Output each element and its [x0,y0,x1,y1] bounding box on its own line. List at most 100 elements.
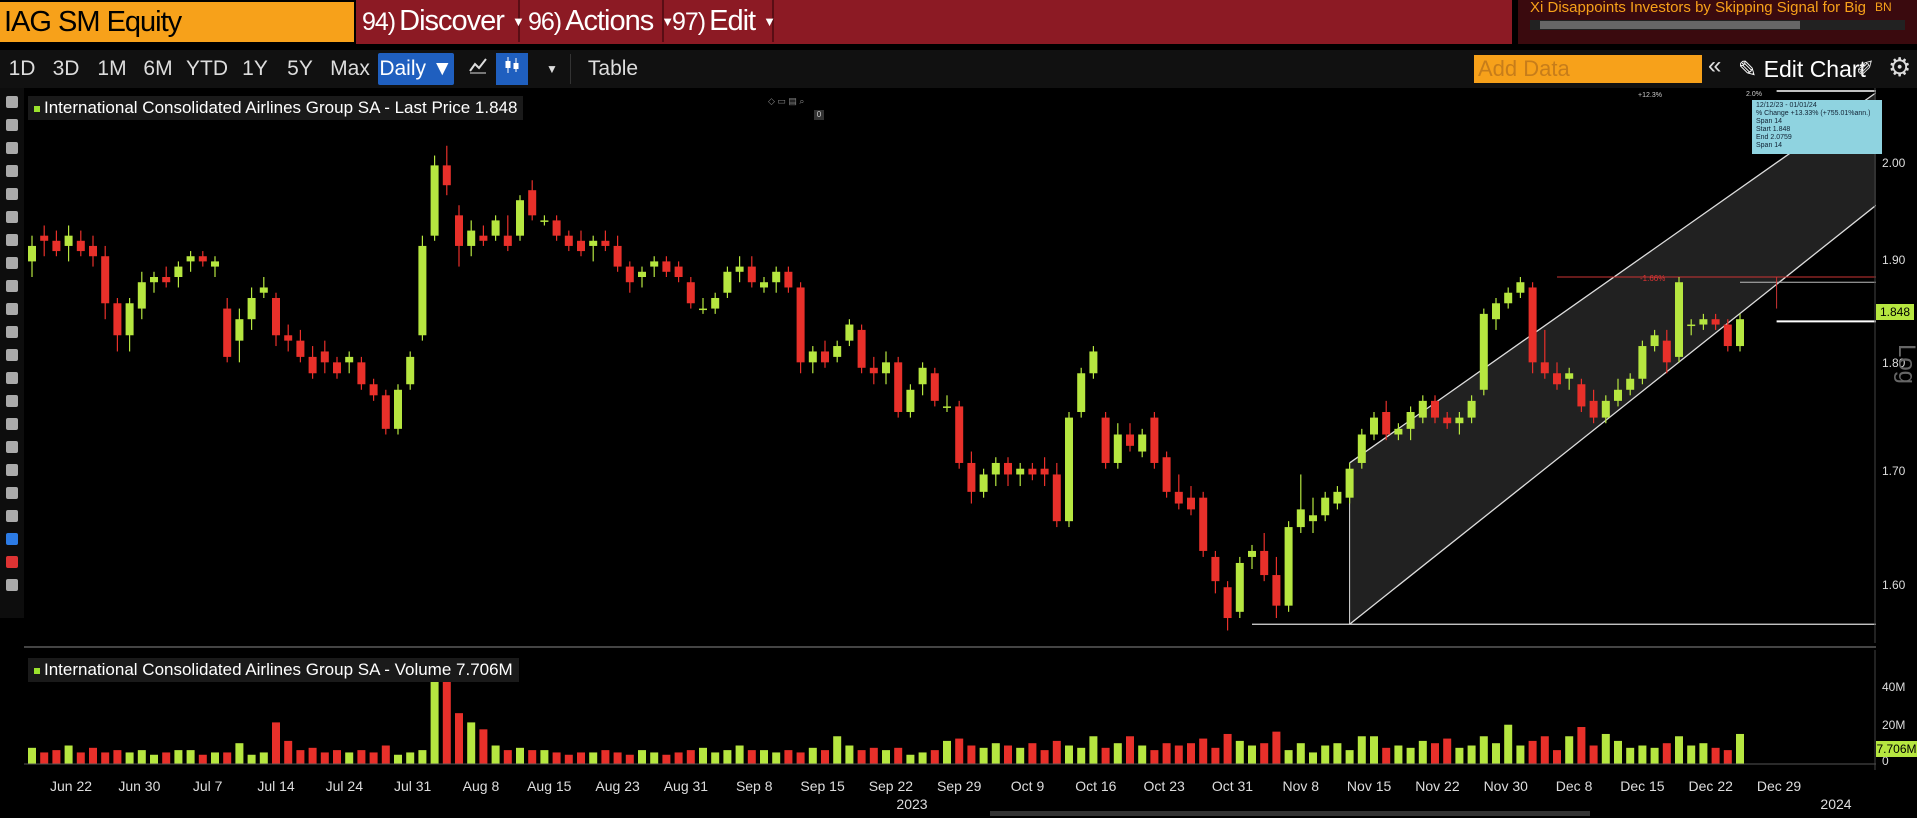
candle[interactable] [1638,340,1647,385]
candle[interactable] [1345,462,1354,504]
candle[interactable] [223,297,232,363]
candle[interactable] [1370,412,1378,441]
candle[interactable] [186,251,195,272]
candle[interactable] [540,215,549,226]
zoom-icon[interactable] [6,418,18,430]
candle[interactable] [1296,474,1305,534]
candle[interactable] [857,324,866,374]
candle[interactable] [808,346,817,374]
candle[interactable] [442,145,451,196]
candle[interactable] [1235,556,1244,619]
candle[interactable] [308,346,317,379]
candle[interactable] [76,230,85,257]
range-1y-button[interactable]: 1Y [236,53,274,85]
candle[interactable] [162,266,171,288]
pitchfork-icon[interactable] [6,303,18,315]
candle[interactable] [345,351,354,374]
candle[interactable] [638,266,646,288]
candle[interactable] [796,282,805,374]
candle[interactable] [89,235,97,267]
date-axis[interactable]: Jun 22 Jun 30 Jul 7 Jul 14 Jul 24 Jul 31 Aug 8… [24,772,1876,818]
candle[interactable] [1089,346,1098,379]
candle[interactable] [1333,486,1342,510]
candle[interactable] [1065,412,1073,528]
candle[interactable] [1028,462,1037,481]
candle[interactable] [137,271,146,320]
candle[interactable] [711,292,720,314]
candle[interactable] [259,276,268,298]
candle[interactable] [943,395,951,413]
time-scrollbar[interactable] [990,811,1590,816]
candle[interactable] [357,356,366,390]
candle[interactable] [1187,486,1195,516]
collapse-left-icon[interactable]: « [1708,52,1721,80]
line-chart-icon[interactable] [462,53,494,85]
pen-icon[interactable] [6,119,18,131]
candle[interactable] [455,205,463,267]
candle[interactable] [284,324,293,352]
candle[interactable] [406,351,415,390]
ellipse-icon[interactable] [6,349,18,361]
candle[interactable] [150,271,158,293]
candle[interactable] [686,276,695,309]
candle[interactable] [723,266,732,298]
fib-icon[interactable] [6,280,18,292]
candle[interactable] [467,220,476,257]
candle[interactable] [1101,412,1110,469]
candle[interactable] [918,362,927,396]
range-1m-button[interactable]: 1M [92,53,132,85]
candle[interactable] [577,230,585,257]
candle[interactable] [52,230,61,257]
candle[interactable] [1162,451,1171,498]
candle[interactable] [699,297,707,314]
crosshair-icon[interactable] [6,142,18,154]
range-6m-button[interactable]: 6M [138,53,178,85]
candle[interactable] [1504,287,1513,309]
candle[interactable] [174,261,183,288]
frequency-dropdown[interactable]: Daily ▼ [378,53,454,85]
palette-icon[interactable] [6,556,18,568]
actions-menu[interactable]: 96) Actions ▼ [522,0,674,42]
candle[interactable] [418,235,427,341]
candle[interactable] [430,155,439,241]
candlestick-chart-icon[interactable] [496,53,528,85]
candle[interactable] [1357,428,1366,469]
candle[interactable] [503,215,512,252]
brush-icon[interactable] [6,464,18,476]
candle[interactable] [1516,276,1525,298]
range-5y-button[interactable]: 5Y [280,53,320,85]
candle[interactable] [747,256,756,288]
candle[interactable] [1321,491,1330,522]
candle[interactable] [1736,313,1744,352]
candle[interactable] [772,266,781,293]
candle[interactable] [564,230,573,252]
candle[interactable] [894,356,903,418]
candle[interactable] [1040,457,1049,487]
candle[interactable] [491,215,500,241]
news-scrollbar[interactable] [1530,20,1905,30]
range-max-button[interactable]: Max [326,53,374,85]
candle[interactable] [1138,428,1147,458]
price-legend[interactable]: International Consolidated Airlines Grou… [28,96,524,120]
eraser-icon[interactable] [6,395,18,407]
chart-mini-badge[interactable]: 0 [814,110,824,120]
candle[interactable] [1150,412,1159,469]
pane-divider[interactable] [24,646,1876,648]
candle[interactable] [28,235,36,277]
candle[interactable] [552,215,561,241]
news-headline[interactable]: Xi Disappoints Investors by Skipping Sig… [1530,0,1870,16]
candle[interactable] [1382,400,1391,441]
gear-icon[interactable] [6,579,18,591]
news-ticker[interactable]: Xi Disappoints Investors by Skipping Sig… [1518,0,1917,44]
candle[interactable] [235,308,244,363]
log-scale-label[interactable]: Log [1892,344,1917,384]
candle[interactable] [394,384,402,435]
candle[interactable] [272,292,280,347]
candle[interactable] [613,235,622,272]
candle[interactable] [821,340,829,368]
gear-icon[interactable]: ⚙ [1888,52,1911,83]
edit-menu[interactable]: 97) Edit ▼ [666,0,776,42]
candle[interactable] [296,329,305,363]
candle[interactable] [882,351,890,385]
candle[interactable] [381,389,390,435]
